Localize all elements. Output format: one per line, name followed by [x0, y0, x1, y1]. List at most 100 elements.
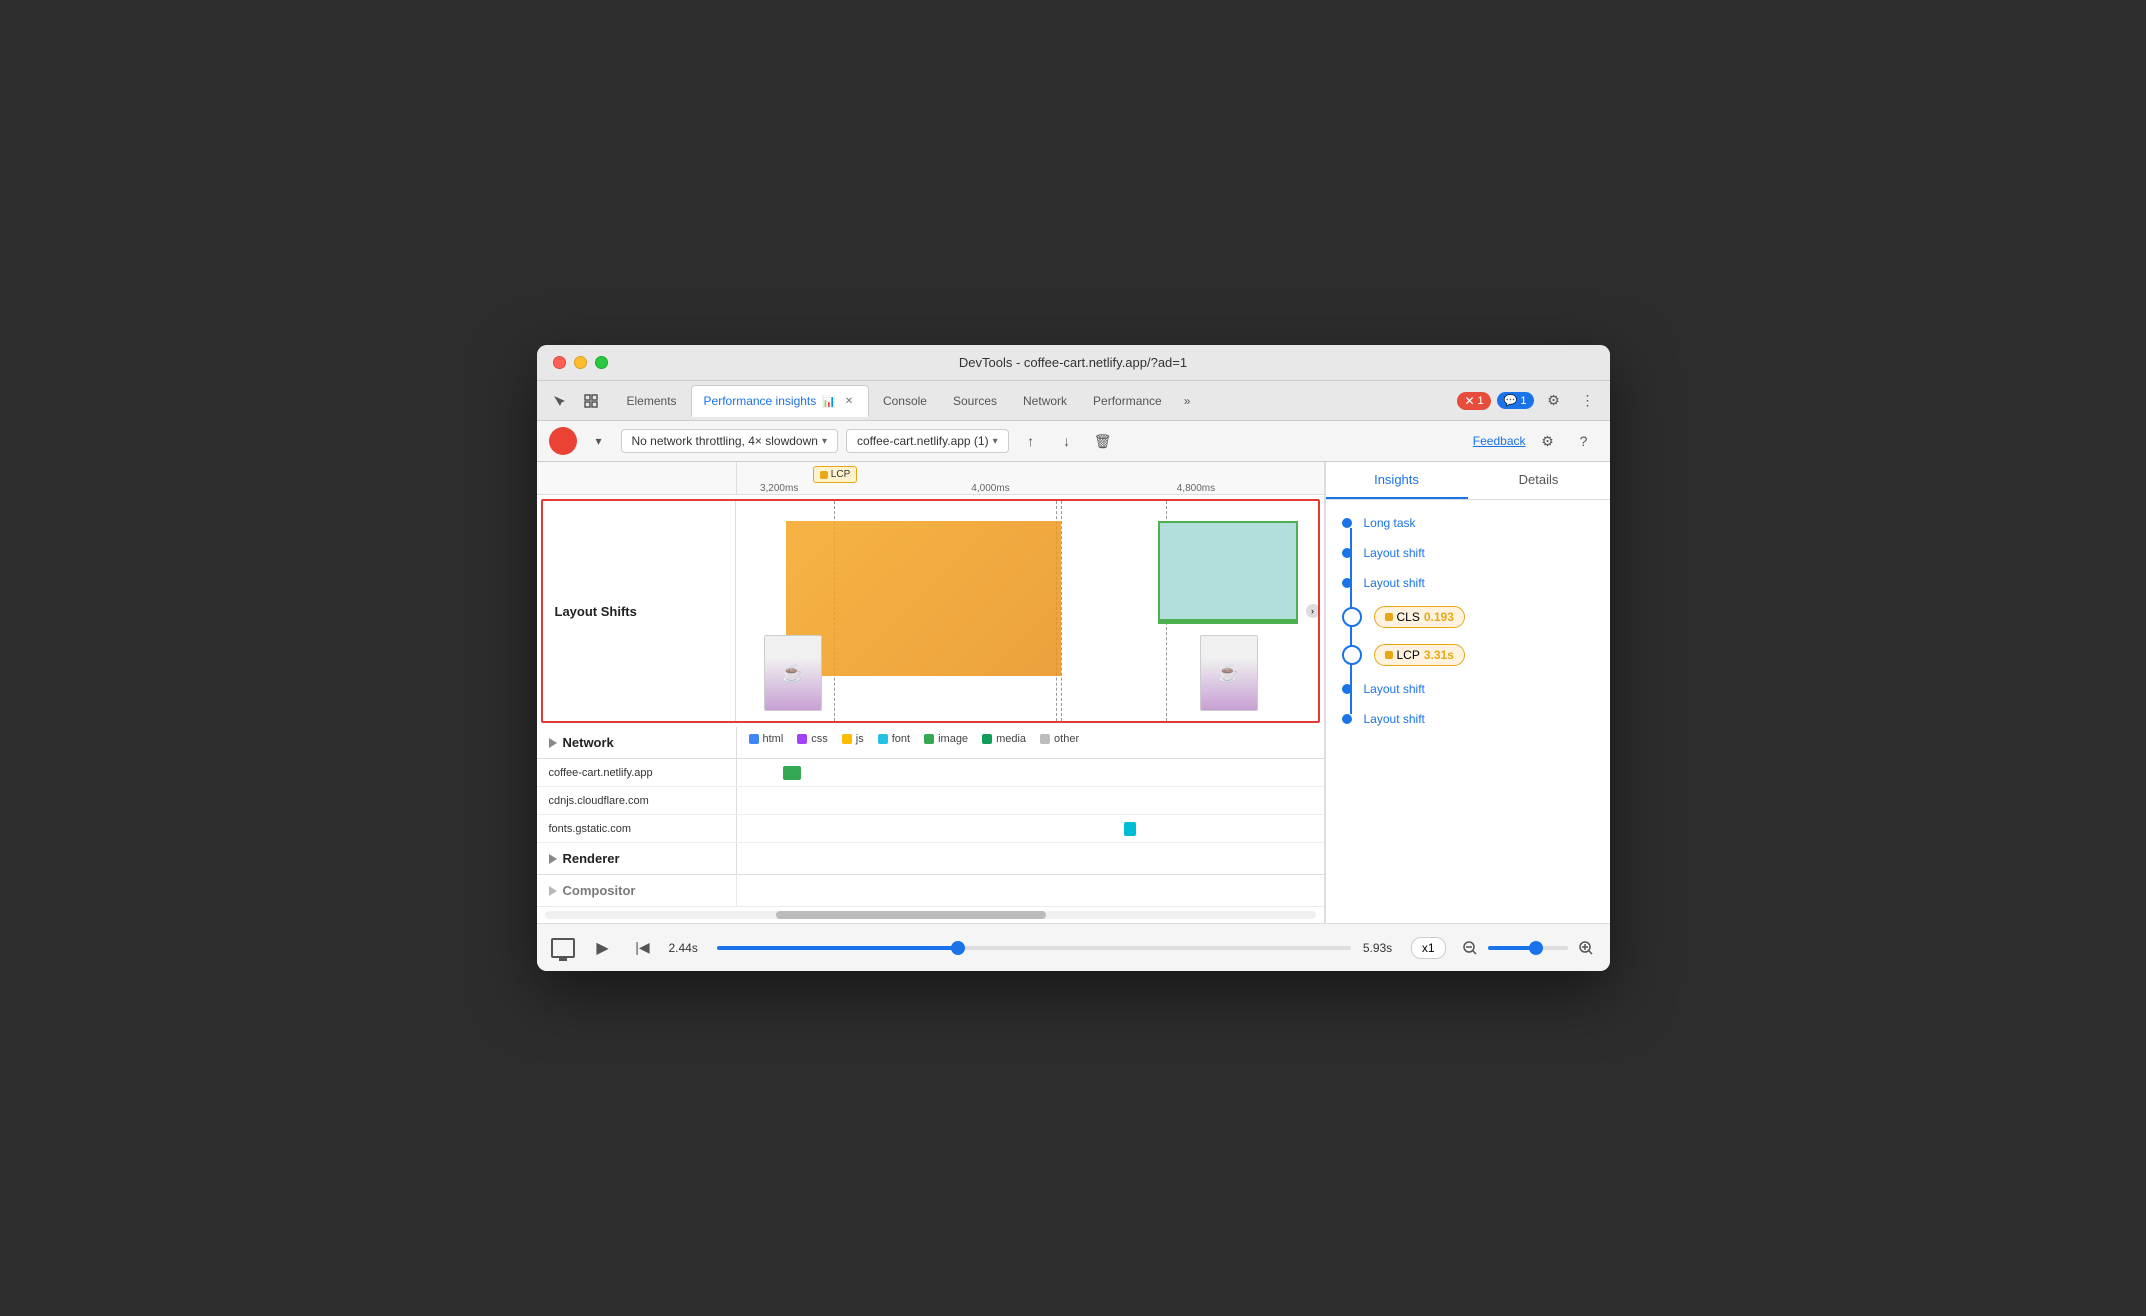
skip-start-icon: |◀	[635, 939, 649, 956]
scale-marker-4000: 4,000ms	[971, 483, 1009, 494]
net-row-coffee-cart: coffee-cart.netlify.app	[537, 759, 1324, 787]
thumbnail-right[interactable]: ☕	[1200, 635, 1258, 711]
net-row-cdnjs: cdnjs.cloudflare.com	[537, 787, 1324, 815]
layout-shift-link-2[interactable]: Layout shift	[1364, 576, 1425, 590]
media-dot	[982, 734, 992, 744]
coffee-icon-left: ☕	[781, 663, 803, 684]
zoom-thumb[interactable]	[1529, 941, 1543, 955]
help-icon[interactable]: ?	[1570, 427, 1598, 455]
legend-image: image	[924, 733, 968, 745]
feedback-link[interactable]: Feedback	[1473, 434, 1526, 448]
expand-arrow[interactable]: ›	[1306, 604, 1318, 618]
font-dot	[878, 734, 888, 744]
timeline-dot-ls2	[1342, 578, 1352, 588]
timeline-item-ls3: Layout shift	[1342, 674, 1594, 704]
more-tabs-button[interactable]: »	[1176, 394, 1199, 408]
layout-shift-link-4[interactable]: Layout shift	[1364, 712, 1425, 726]
zoom-controls	[1458, 936, 1598, 960]
teal-shift-block[interactable]	[1158, 521, 1298, 621]
upload-icon[interactable]: ↑	[1017, 427, 1045, 455]
orange-shift-block[interactable]	[786, 521, 1061, 676]
compositor-label[interactable]: Compositor	[537, 875, 737, 906]
record-button[interactable]	[549, 427, 577, 455]
tabbar: Elements Performance insights 📊 ✕ Consol…	[537, 381, 1610, 421]
timeline-item-cls: CLS 0.193	[1342, 598, 1594, 636]
timeline-dot-ls1	[1342, 548, 1352, 558]
url-dropdown[interactable]: coffee-cart.netlify.app (1) ▾	[846, 429, 1009, 453]
net-bar-0	[783, 766, 801, 780]
delete-icon[interactable]: 🗑	[1089, 427, 1117, 455]
scrubber-thumb[interactable]	[951, 941, 965, 955]
zoom-slider[interactable]	[1488, 946, 1568, 950]
renderer-section-header: Renderer	[537, 843, 1324, 875]
window-title: DevTools - coffee-cart.netlify.app/?ad=1	[959, 355, 1187, 370]
thumbnail-left[interactable]: ☕	[764, 635, 822, 711]
traffic-lights	[553, 356, 608, 369]
layout-shifts-content[interactable]: ☕ ☕ ›	[736, 501, 1318, 721]
skip-to-start-button[interactable]: |◀	[629, 934, 657, 962]
zoom-out-button[interactable]	[1458, 936, 1482, 960]
play-button[interactable]: ▶	[589, 934, 617, 962]
cursor-icon[interactable]	[545, 387, 573, 415]
chevron-down-icon: ▾	[993, 436, 998, 447]
speed-badge[interactable]: x1	[1411, 937, 1446, 959]
tab-console[interactable]: Console	[871, 385, 939, 417]
download-icon[interactable]: ↓	[1053, 427, 1081, 455]
layout-shift-link-1[interactable]: Layout shift	[1364, 546, 1425, 560]
timeline-item-lcp: LCP 3.31s	[1342, 636, 1594, 674]
chevron-down-icon: ▾	[822, 436, 827, 447]
timeline-circle-cls	[1342, 607, 1362, 627]
coffee-icon-right: ☕	[1217, 663, 1239, 684]
lcp-badge-insights[interactable]: LCP 3.31s	[1374, 644, 1465, 666]
network-legend: html css js font	[737, 727, 1324, 758]
record-dropdown-icon[interactable]: ▾	[585, 427, 613, 455]
timeline-dot-ls4	[1342, 714, 1352, 724]
tab-elements[interactable]: Elements	[615, 385, 689, 417]
horizontal-scrollbar[interactable]	[545, 911, 1316, 919]
tab-details[interactable]: Details	[1468, 462, 1610, 499]
toolbar: ▾ No network throttling, 4× slowdown ▾ c…	[537, 421, 1610, 462]
net-label-gstatic: fonts.gstatic.com	[537, 815, 737, 842]
cls-badge[interactable]: CLS 0.193	[1374, 606, 1465, 628]
layout-shift-link-3[interactable]: Layout shift	[1364, 682, 1425, 696]
collapse-network-icon	[549, 738, 557, 748]
more-options-icon[interactable]: ⋮	[1574, 387, 1602, 415]
lcp-marker: LCP	[813, 466, 857, 483]
tab-close-icon[interactable]: ✕	[842, 394, 856, 408]
lcp-dot	[820, 471, 828, 479]
timeline-item-longtask: Long task	[1342, 508, 1594, 538]
scale-marker-4800: 4,800ms	[1177, 483, 1215, 494]
cls-label: CLS	[1397, 610, 1420, 624]
settings-icon[interactable]: ⚙	[1540, 387, 1568, 415]
close-button[interactable]	[553, 356, 566, 369]
tab-insights[interactable]: Insights	[1326, 462, 1468, 499]
minimize-button[interactable]	[574, 356, 587, 369]
lcp-badge-dot	[1385, 651, 1393, 659]
timeline-item-ls1: Layout shift	[1342, 538, 1594, 568]
legend-js: js	[842, 733, 864, 745]
screenshot-button[interactable]	[549, 934, 577, 962]
tab-performance[interactable]: Performance	[1081, 385, 1174, 417]
insights-tabs: Insights Details	[1326, 462, 1610, 500]
scrubber[interactable]	[717, 946, 1351, 950]
right-panel: Insights Details Long task	[1325, 462, 1610, 923]
tab-sources[interactable]: Sources	[941, 385, 1009, 417]
timeline-dot-ls3	[1342, 684, 1352, 694]
network-label[interactable]: Network	[537, 727, 737, 758]
thumb-inner-right: ☕	[1201, 636, 1257, 710]
net-label-coffee-cart: coffee-cart.netlify.app	[537, 759, 737, 786]
settings-gear-icon[interactable]: ⚙	[1534, 427, 1562, 455]
legend-other: other	[1040, 733, 1079, 745]
cls-badge-dot	[1385, 613, 1393, 621]
inspect-icon[interactable]	[577, 387, 605, 415]
tab-performance-insights[interactable]: Performance insights 📊 ✕	[691, 385, 869, 417]
long-task-link[interactable]: Long task	[1364, 516, 1416, 530]
timeline-circle-lcp	[1342, 645, 1362, 665]
renderer-label[interactable]: Renderer	[537, 843, 737, 874]
tab-network[interactable]: Network	[1011, 385, 1079, 417]
throttle-dropdown[interactable]: No network throttling, 4× slowdown ▾	[621, 429, 838, 453]
maximize-button[interactable]	[595, 356, 608, 369]
zoom-in-button[interactable]	[1574, 936, 1598, 960]
timeline-header: 3,200ms 4,000ms 4,800ms LCP	[537, 462, 1324, 495]
tab-right-area: ✕ 1 💬 1 ⚙ ⋮	[1457, 387, 1601, 415]
